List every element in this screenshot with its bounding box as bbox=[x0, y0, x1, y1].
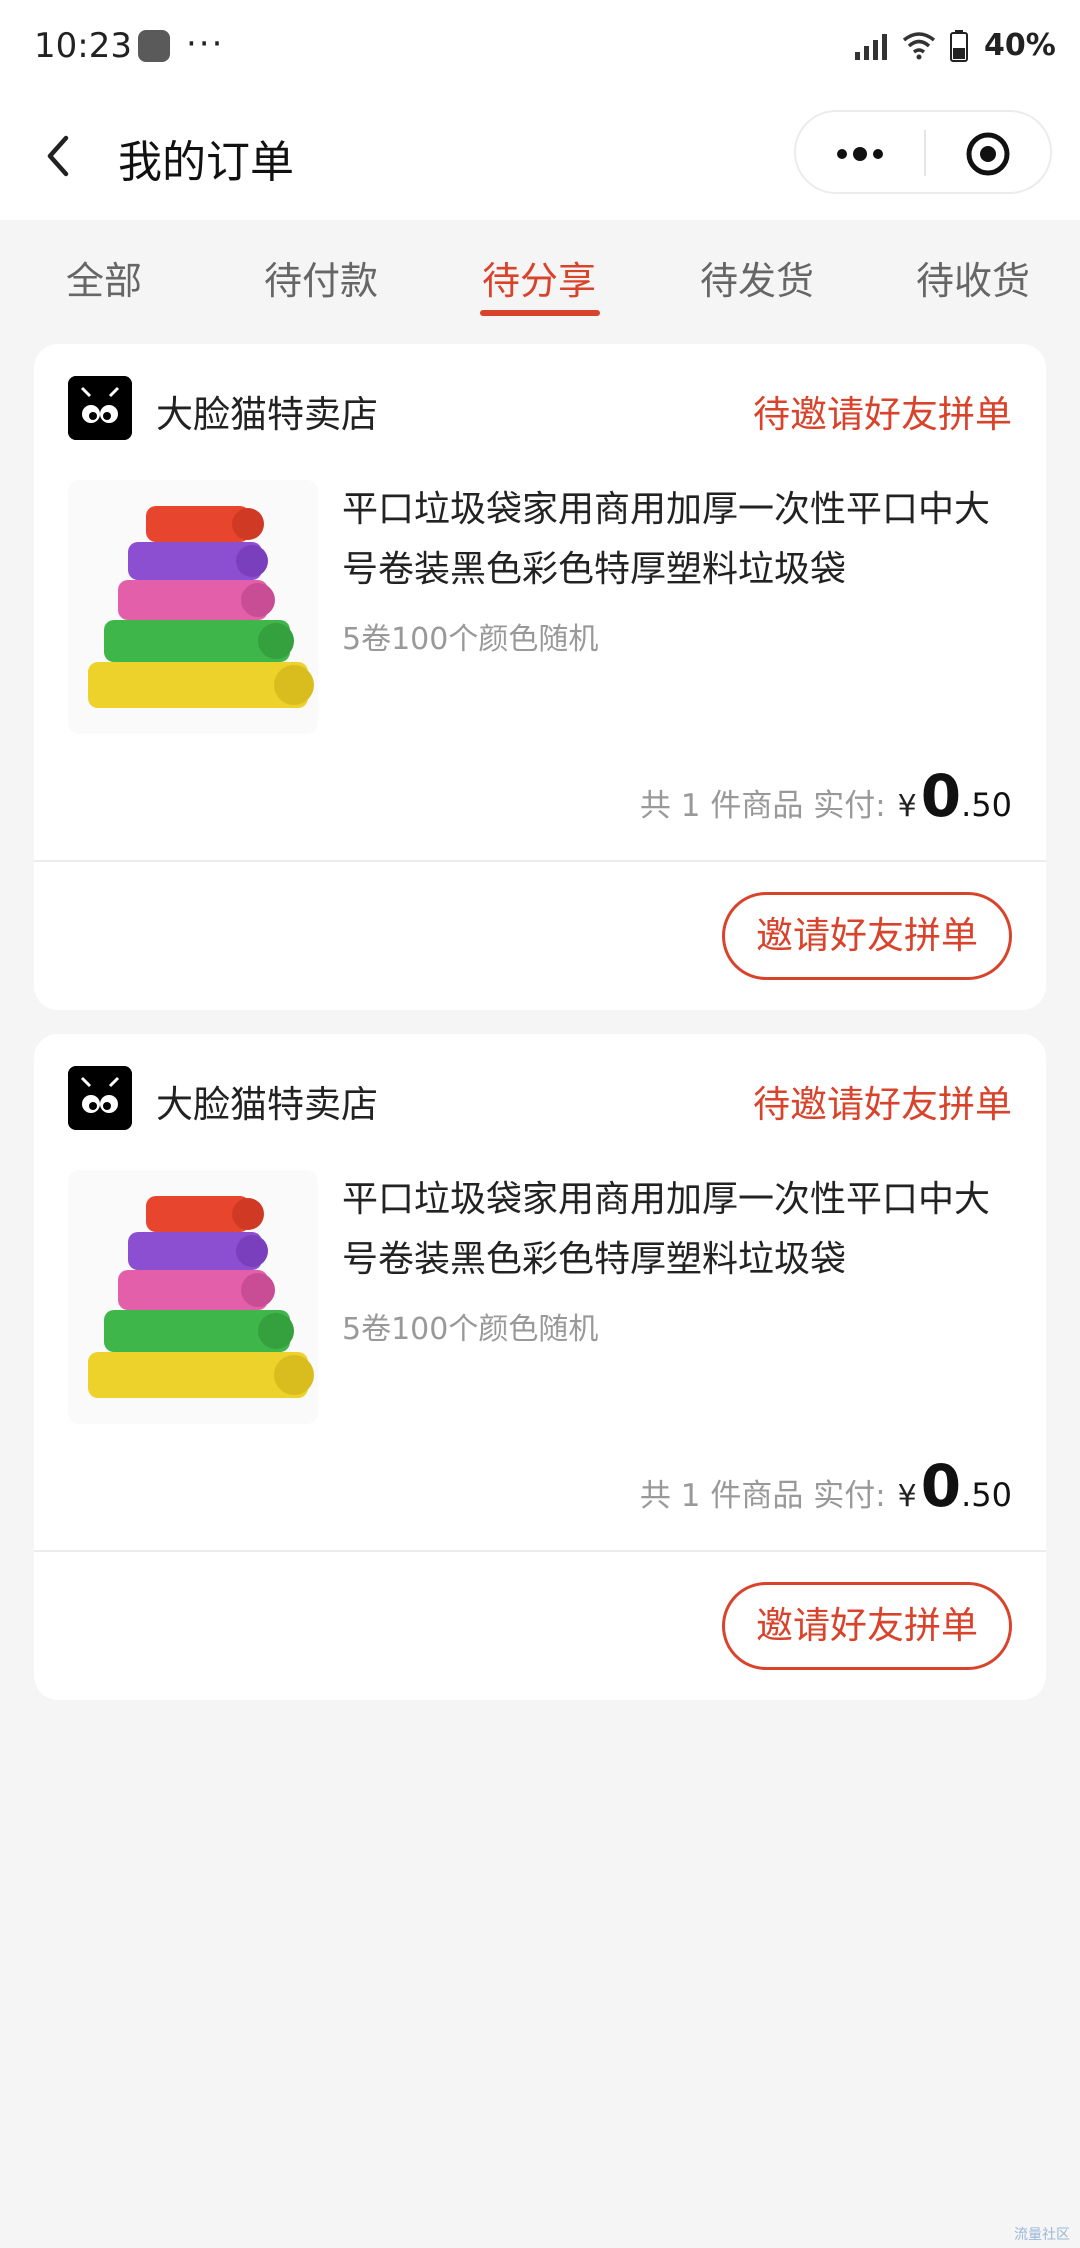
order-total: 共 1 件商品 实付: ¥ 0 .50 bbox=[640, 762, 1012, 830]
product-spec: 5卷100个颜色随机 bbox=[342, 622, 599, 657]
card-divider bbox=[34, 1550, 1046, 1552]
chevron-left-icon[interactable] bbox=[36, 124, 84, 188]
tab-pending-share[interactable]: 待分享 bbox=[482, 250, 596, 305]
invite-friends-button[interactable]: 邀请好友拼单 bbox=[722, 1582, 1012, 1670]
price-decimal: .50 bbox=[961, 1476, 1012, 1514]
mini-program-capsule bbox=[794, 110, 1052, 194]
order-summary: 共 1 件商品 实付: bbox=[639, 1478, 886, 1514]
tab-pending-payment[interactable]: 待付款 bbox=[264, 250, 378, 305]
product-title[interactable]: 平口垃圾袋家用商用加厚一次性平口中大号卷装黑色彩色特厚塑料垃圾袋 bbox=[342, 480, 1022, 600]
navigation-bar: 我的订单 bbox=[0, 96, 1080, 220]
order-card[interactable]: 大脸猫特卖店 待邀请好友拼单 平口垃圾袋家用商用加厚一次性平口中大号卷装黑色彩色… bbox=[34, 344, 1046, 1010]
page-title: 我的订单 bbox=[118, 137, 294, 188]
gallery-icon bbox=[138, 30, 170, 62]
product-image[interactable] bbox=[68, 480, 318, 734]
product-title[interactable]: 平口垃圾袋家用商用加厚一次性平口中大号卷装黑色彩色特厚塑料垃圾袋 bbox=[342, 1170, 1022, 1290]
price-integer: 0 bbox=[920, 762, 962, 830]
battery-percent: 40% bbox=[984, 28, 1056, 63]
battery-icon bbox=[950, 30, 968, 62]
active-tab-indicator bbox=[480, 310, 600, 316]
product-spec: 5卷100个颜色随机 bbox=[342, 1312, 599, 1347]
price-decimal: .50 bbox=[961, 786, 1012, 824]
price-integer: 0 bbox=[920, 1452, 962, 1520]
card-divider bbox=[34, 860, 1046, 862]
signal-icon bbox=[855, 34, 887, 60]
status-bar: 10:23 ··· 40% bbox=[0, 0, 1080, 96]
product-image[interactable] bbox=[68, 1170, 318, 1424]
more-dots-icon[interactable] bbox=[830, 134, 890, 174]
shop-name[interactable]: 大脸猫特卖店 bbox=[156, 1074, 378, 1128]
target-close-icon[interactable] bbox=[964, 130, 1012, 178]
order-status: 待邀请好友拼单 bbox=[753, 393, 1012, 436]
order-total: 共 1 件商品 实付: ¥ 0 .50 bbox=[640, 1452, 1012, 1520]
tab-pending-shipment[interactable]: 待发货 bbox=[700, 250, 814, 305]
watermark: 流量社区 bbox=[1014, 2227, 1070, 2243]
wifi-icon bbox=[902, 32, 936, 60]
invite-friends-button[interactable]: 邀请好友拼单 bbox=[722, 892, 1012, 980]
status-more: ··· bbox=[186, 24, 225, 64]
shop-logo-icon bbox=[68, 1066, 132, 1130]
order-status: 待邀请好友拼单 bbox=[753, 1083, 1012, 1126]
shop-logo-icon bbox=[68, 376, 132, 440]
order-summary: 共 1 件商品 实付: bbox=[639, 788, 886, 824]
tab-pending-receipt[interactable]: 待收货 bbox=[916, 250, 1030, 305]
capsule-divider bbox=[924, 130, 926, 176]
currency-symbol: ¥ bbox=[897, 1479, 917, 1514]
shop-name[interactable]: 大脸猫特卖店 bbox=[156, 384, 378, 438]
status-time: 10:23 bbox=[34, 26, 132, 66]
currency-symbol: ¥ bbox=[897, 789, 917, 824]
order-tabs: 全部 待付款 待分享 待发货 待收货 bbox=[0, 220, 1080, 320]
tab-all[interactable]: 全部 bbox=[66, 250, 142, 305]
order-card[interactable]: 大脸猫特卖店 待邀请好友拼单 平口垃圾袋家用商用加厚一次性平口中大号卷装黑色彩色… bbox=[34, 1034, 1046, 1700]
